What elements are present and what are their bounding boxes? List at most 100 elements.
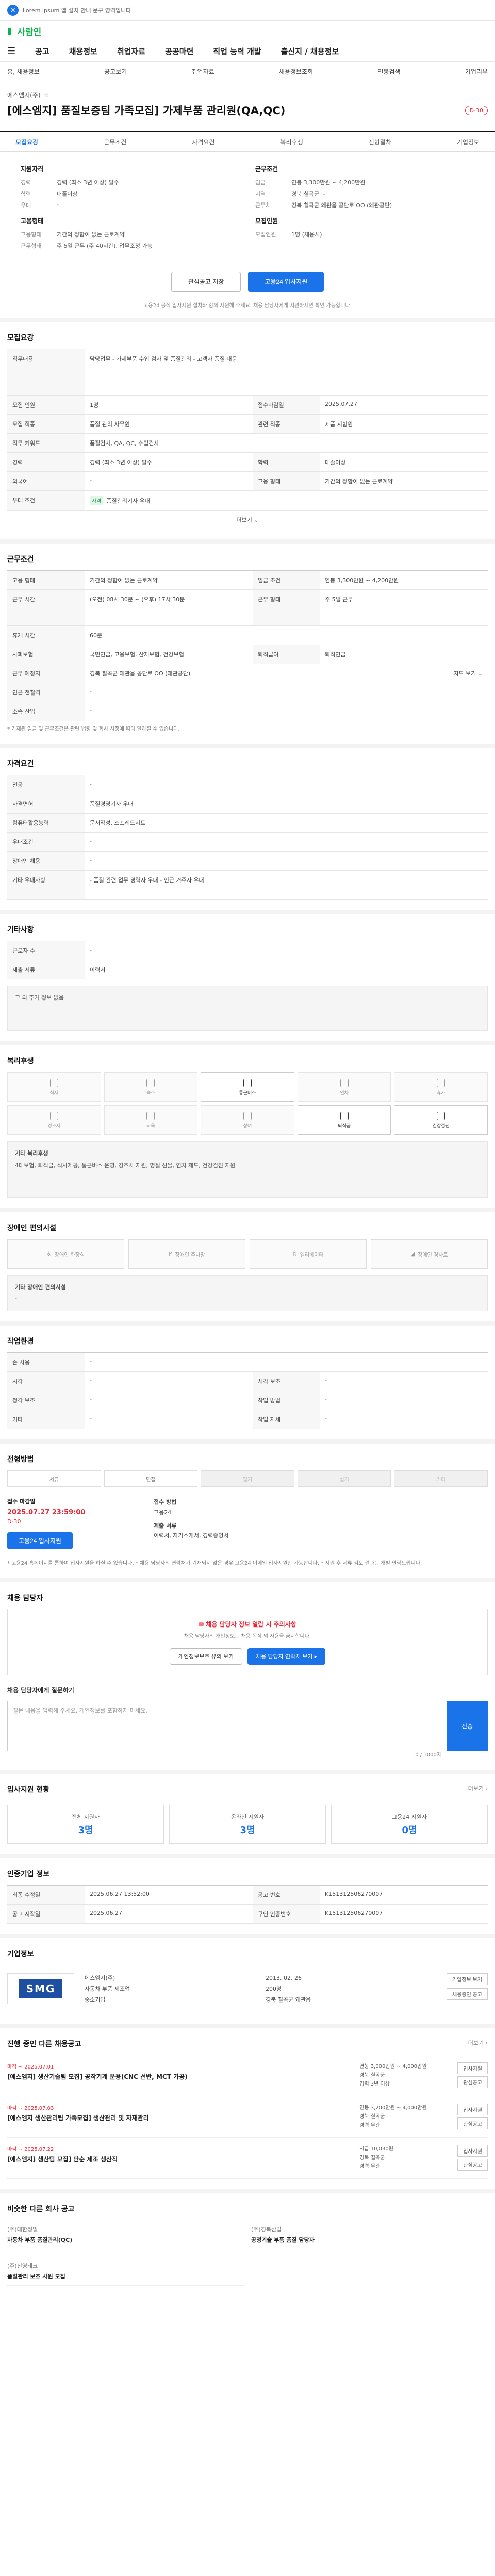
company-jobs-button[interactable]: 채용중인 공고 <box>447 1988 488 2000</box>
company-info-button[interactable]: 기업정보 보기 <box>447 1973 488 1985</box>
section-title: 입사지원 현황 <box>7 1786 50 1794</box>
list-item[interactable]: (주)대한정밀 자동차 부품 품질관리(QC) <box>7 2220 244 2249</box>
similar-section: 비슷한 다른 회사 공고 (주)대한정밀 자동차 부품 품질관리(QC) (주)경… <box>0 2193 495 2296</box>
table-cell: - <box>325 1415 327 1422</box>
list-item[interactable]: 마감 ~ 2025.07.01 [에스엠지] 생산기술팀 모집] 공작기계 운용(… <box>7 2055 488 2096</box>
summary-key: 임금 <box>255 179 266 186</box>
job-header: 에스엠지(주) ☆ [에스엠지] 품질보증팀 가족모집] 가제부품 관리원(QA… <box>0 81 495 124</box>
table-cell: 2025.07.27 <box>325 401 357 408</box>
job-item-title[interactable]: [에스엠지 생산관리팀 가족모집] 생산관리 및 자재관리 <box>7 2113 359 2122</box>
table-header: 컴퓨터활용능력 <box>7 814 85 832</box>
save-job-button[interactable]: 관심공고 저장 <box>171 272 241 292</box>
chat-box: 질문 내용을 입력해 주세요. 개인정보를 포함하지 마세요. 전송 <box>7 1701 488 1751</box>
job-save-button[interactable]: 관심공고 <box>457 2117 488 2129</box>
deadline-value: 2025.07.27 23:59:00 <box>7 1509 86 1516</box>
table-cell: - <box>90 838 92 844</box>
gnb-item[interactable]: 채용정보 <box>69 46 97 57</box>
company-name[interactable]: 에스엠지(주) <box>7 91 41 99</box>
logo-icon[interactable]: ▮ <box>7 26 12 36</box>
calendar-icon <box>340 1078 349 1087</box>
gnb-item[interactable]: 취업자료 <box>117 46 145 57</box>
apply-button[interactable]: 고용24 입사지원 <box>248 272 324 292</box>
stat-card: 전체 지원자 3명 <box>7 1805 164 1844</box>
job-pay: 시급 10,030원 <box>359 2146 393 2152</box>
tab-recruit[interactable]: 모집요강 <box>15 138 38 146</box>
question-textarea[interactable]: 질문 내용을 입력해 주세요. 개인정보를 포함하지 마세요. <box>7 1701 441 1751</box>
hamburger-menu-icon[interactable]: ☰ <box>7 46 15 57</box>
job-save-button[interactable]: 관심공고 <box>457 2158 488 2171</box>
tab-benefit[interactable]: 복리후생 <box>280 138 303 146</box>
subnav-item[interactable]: 공고보기 <box>104 67 127 76</box>
table-header: 청각 보조 <box>7 1391 85 1410</box>
table-header: 소속 산업 <box>7 702 85 721</box>
tab-process[interactable]: 전형절차 <box>369 138 391 146</box>
list-item[interactable]: (주)경북산업 공정기술 부품 품질 담당자 <box>251 2220 488 2249</box>
job-apply-button[interactable]: 입사지원 <box>457 2144 488 2157</box>
stat-value: 3명 <box>78 1825 93 1836</box>
info-section: 인증기업 정보 최종 수정일 2025.06.27 13:52:00 공고 번호 K1… <box>0 1858 495 1938</box>
job-apply-button[interactable]: 입사지원 <box>457 2103 488 2115</box>
job-apply-button[interactable]: 입사지원 <box>457 2062 488 2074</box>
job-item-title[interactable]: [에스엠지] 생산기술팀 모집] 공작기계 운용(CNC 선반, MCT 가공) <box>7 2072 359 2081</box>
similar-title[interactable]: 자동차 부품 품질관리(QC) <box>7 2235 244 2244</box>
company-logo[interactable]: SMG <box>7 1973 74 2004</box>
subnav-item[interactable]: 연봉검색 <box>377 67 400 76</box>
apply-button-bottom[interactable]: 고용24 입사지원 <box>7 1532 73 1549</box>
more-button[interactable]: 더보기 ⌄ <box>7 511 488 529</box>
gnb-item[interactable]: 직업 능력 개발 <box>213 46 261 57</box>
benefit-label: 경조사 <box>47 1123 61 1129</box>
view-contact-button[interactable]: 채용 담당자 연락처 보기 ▸ <box>248 1648 326 1665</box>
gnb-item[interactable]: 공고 <box>35 46 50 57</box>
tab-company[interactable]: 기업정보 <box>457 138 480 146</box>
table-row: 휴게 시간 60분 <box>7 626 488 645</box>
subnav-item[interactable]: 취업자료 <box>191 67 214 76</box>
contact-notice-text: 채용 담당자의 개인정보는 채용 목적 외 사용을 금지합니다. <box>184 1634 311 1639</box>
benefit-item: 통근버스 <box>201 1072 294 1102</box>
similar-title[interactable]: 품질관리 보조 사원 모집 <box>7 2272 244 2280</box>
privacy-button[interactable]: 개인정보보호 유의 보기 <box>169 1648 243 1665</box>
status-more-link[interactable]: 더보기 › <box>468 1784 488 1801</box>
subnav-item[interactable]: 기업리뷰 <box>465 67 488 76</box>
map-link[interactable]: 지도 보기 ⌄ <box>431 664 488 683</box>
company-logo-text: SMG <box>19 1979 63 1998</box>
subnav-item[interactable]: 채용정보조회 <box>279 67 313 76</box>
list-item[interactable]: (주)신영테크 품질관리 보조 사원 모집 <box>7 2257 244 2286</box>
logo-text[interactable]: 사람인 <box>17 25 41 38</box>
table-cell: - 품질 관련 업무 경력자 우대 - 인근 거주자 우대 <box>90 877 204 884</box>
contact-notice: ✉ 채용 담당자 정보 열람 시 주의사항 <box>199 1621 296 1628</box>
benefit-label: 교육 <box>146 1123 155 1129</box>
table-row: 소속 산업 - <box>7 702 488 721</box>
table-header: 최종 수정일 <box>7 1886 85 1904</box>
list-item[interactable]: 마감 ~ 2025.07.03 [에스엠지 생산관리팀 가족모집] 생산관리 및 … <box>7 2096 488 2138</box>
table-header: 임금 조건 <box>253 571 320 589</box>
recruit-table: 직무내용 담당업무 - 가제부품 수입 검사 및 품질관리 - 고객사 품질 대응… <box>7 349 488 511</box>
summary-value: 연봉 3,300만원 ~ 4,200만원 <box>291 179 366 186</box>
close-icon[interactable]: × <box>7 4 19 16</box>
table-cell: 기간의 정함이 없는 근로계약 <box>90 577 158 584</box>
app-banner: × Lorem ipsum 앱 설치 안내 문구 영역입니다 <box>0 0 495 21</box>
table-cell: K151312506270007 <box>325 1910 383 1917</box>
table-cell: 담당업무 - 가제부품 수입 검사 및 품질관리 - 고객사 품질 대응 <box>90 355 237 362</box>
facility-item: ◢ 장애인 경사로 <box>371 1239 488 1269</box>
table-header: 제출 서류 <box>7 960 85 979</box>
star-icon[interactable]: ☆ <box>44 92 50 99</box>
tab-qualify[interactable]: 자격요건 <box>192 138 214 146</box>
table-cell: (오전) 08시 30분 ~ (오후) 17시 30분 <box>90 596 185 603</box>
table-cell: - <box>90 688 92 695</box>
job-item-title[interactable]: [에스엠지] 생산팀 모집] 단순 제조 생산직 <box>7 2155 359 2163</box>
status-stats: 전체 지원자 3명 온라인 지원자 3명 고용24 지원자 0명 <box>7 1805 488 1844</box>
other-jobs-more-link[interactable]: 더보기 › <box>468 2039 488 2055</box>
list-item[interactable]: 마감 ~ 2025.07.22 [에스엠지] 생산팀 모집] 단순 제조 생산직 … <box>7 2138 488 2179</box>
subnav-item[interactable]: 홈, 채용정보 <box>7 67 40 76</box>
job-save-button[interactable]: 관심공고 <box>457 2076 488 2088</box>
other-facility-title: 기타 장애인 편의시설 <box>15 1284 66 1291</box>
gnb-item[interactable]: 출신지 / 채용정보 <box>281 46 339 57</box>
company-card: SMG 에스엠지(주) 자동차 부품 제조업 중소기업 2013. 02. 26… <box>7 1965 488 2014</box>
send-button[interactable]: 전송 <box>447 1701 488 1751</box>
gnb-item[interactable]: 공공마련 <box>165 46 193 57</box>
table-header: 고용 형태 <box>253 472 320 490</box>
similar-title[interactable]: 공정기술 부품 품질 담당자 <box>251 2235 488 2244</box>
job-pay: 연봉 3,000만원 ~ 4,000만원 <box>359 2063 427 2070</box>
tab-conditions[interactable]: 근무조건 <box>104 138 126 146</box>
table-row: 경력 경력 (최소 3년 이상) 필수 학력 대졸이상 <box>7 453 488 472</box>
